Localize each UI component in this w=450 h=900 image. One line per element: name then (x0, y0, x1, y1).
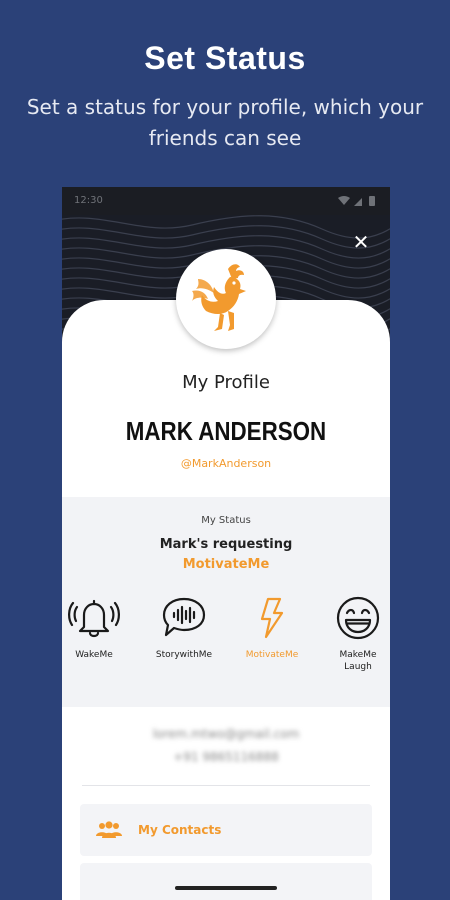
status-option-label: MakeMe Laugh (339, 650, 377, 672)
contacts-group-icon (96, 821, 122, 838)
phone-screen: 12:30 ✕ My Profile MARK ANDERSON @MarkAn… (62, 187, 390, 900)
status-title: My Status (201, 515, 251, 526)
system-status-bar: 12:30 (62, 187, 390, 215)
status-option-label: StorywithMe (155, 650, 213, 660)
user-handle[interactable]: @MarkAnderson (62, 457, 390, 470)
lightning-bolt-icon (260, 597, 284, 639)
current-status-value: MotivateMe (182, 557, 270, 572)
status-option-storywithme[interactable]: StorywithMe (144, 595, 224, 661)
user-name: MARK ANDERSON (125, 416, 327, 446)
status-option-makemelaugh[interactable]: MakeMe Laugh (318, 595, 390, 673)
divider (82, 785, 370, 786)
contact-phone: +91 9865116888 (173, 750, 279, 764)
status-request-text: Mark's requesting (159, 537, 293, 552)
laughing-face-icon (336, 596, 380, 640)
promo-title: Set Status (144, 40, 306, 76)
status-panel: My Status Mark's requesting MotivateMe W… (62, 497, 390, 707)
menu-row[interactable] (80, 863, 372, 900)
status-option-label: MotivateMe (245, 650, 299, 660)
bell-icon (68, 599, 120, 638)
status-bar-time: 12:30 (74, 195, 103, 206)
signal-battery-icon (338, 196, 375, 206)
my-contacts-button[interactable]: My Contacts (80, 804, 372, 856)
home-indicator[interactable] (175, 886, 277, 890)
rooster-icon (192, 264, 246, 331)
status-option-wakeme[interactable]: WakeMe (62, 595, 134, 661)
status-option-motivateme[interactable]: MotivateMe (232, 595, 312, 661)
promo-subtitle: Set a status for your profile, which you… (26, 95, 424, 150)
status-option-label: WakeMe (75, 650, 113, 660)
my-contacts-label: My Contacts (138, 823, 222, 837)
profile-heading: My Profile (182, 372, 270, 393)
speech-bubble-waveform-icon (162, 597, 206, 637)
close-icon[interactable]: ✕ (350, 231, 372, 253)
rooster-logo (176, 249, 276, 349)
contact-email: lorem.mtwo@gmail.com (152, 727, 300, 741)
